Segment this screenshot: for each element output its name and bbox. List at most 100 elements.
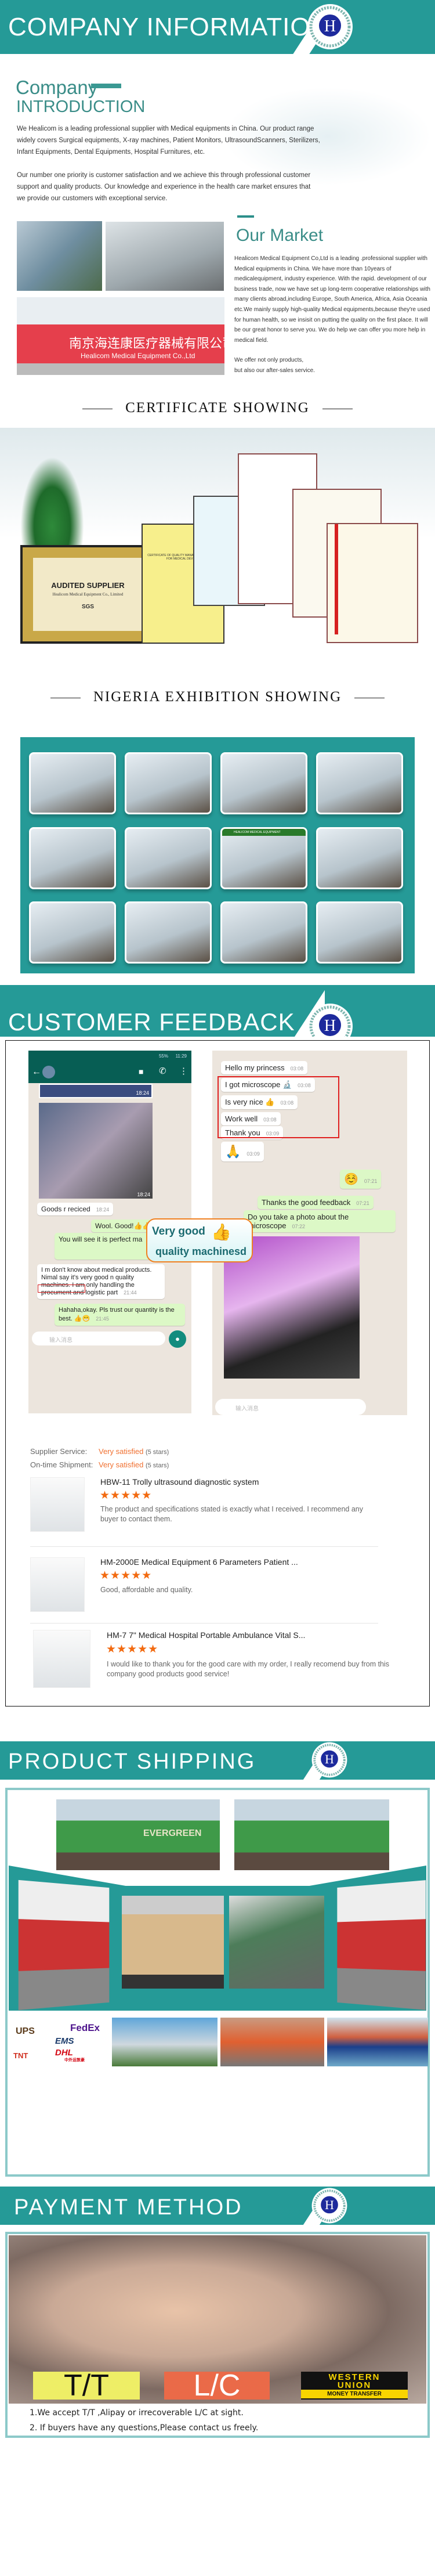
exhibition-photo <box>29 901 116 964</box>
highlight-box <box>38 1285 85 1293</box>
back-arrow-icon[interactable]: ← <box>32 1067 41 1077</box>
market-closing: We offer not only products, <box>234 357 304 363</box>
company-logo <box>306 1002 354 1037</box>
highlight-box <box>217 1076 339 1138</box>
chat-message: Hello my princess 03:08 <box>221 1061 308 1074</box>
office-photo <box>106 222 224 291</box>
loading-photo <box>122 1896 224 1989</box>
chat-message: ☺️ 07:21 <box>340 1170 382 1189</box>
booth-sign: HEALICOM MEDICAL EQUIPMENT <box>222 829 306 836</box>
customer-feedback-header: CUSTOMER FEEDBACK <box>0 985 435 1037</box>
star-rating: ★★★★★ <box>100 1489 153 1502</box>
status-time: 11:29 <box>175 1054 187 1059</box>
team-photo: 南京海连康医疗器械有限公司 Healicom Medical Equipment… <box>17 297 224 375</box>
air-freight-photo <box>112 2018 217 2066</box>
market-bar <box>237 215 254 218</box>
courier-logos: UPS FedEx EMS TNT DHL 中外运敦豪 <box>9 2018 110 2066</box>
banner-text: 南京海连康医疗器械有限公司 <box>69 336 224 351</box>
chat-message: Do you take a photo about the microscope… <box>244 1210 396 1232</box>
callout-text: Very good <box>152 1225 205 1238</box>
certificate-heading: CERTIFICATE SHOWING <box>0 400 435 416</box>
section-title: PRODUCT SHIPPING <box>8 1749 256 1774</box>
review-text: The product and specifications stated is… <box>100 1505 364 1523</box>
sgs-badge: SGS <box>81 604 95 610</box>
audited-supplier-plaque: AUDITED SUPPLIER Healicom Medical Equipm… <box>20 545 155 644</box>
product-shipping-header: PRODUCT SHIPPING <box>0 1741 435 1780</box>
chat-message: 🙏 03:09 <box>221 1142 264 1161</box>
avatar <box>42 1066 55 1078</box>
exhibition-photo <box>316 752 403 814</box>
thumbs-up-icon: 👍 <box>211 1223 231 1241</box>
chat-image: 18:24 <box>39 1103 153 1199</box>
heading-text: CERTIFICATE SHOWING <box>125 400 310 416</box>
building-photo <box>17 221 102 291</box>
payment-box: T/T L/C WESTERN UNION MONEY TRANSFER 1.W… <box>5 2232 430 2438</box>
heading-bar <box>91 84 121 88</box>
company-logo <box>306 3 354 50</box>
company-heading: Company <box>16 77 98 98</box>
plaque-title: AUDITED SUPPLIER <box>51 581 125 590</box>
exhibition-photo: HEALICOM MEDICAL EQUIPMENT <box>220 827 307 889</box>
introduction-heading: INTRODUCTION <box>16 98 146 116</box>
rating-stars: (5 stars) <box>145 1462 169 1469</box>
road-freight-photo <box>220 2018 324 2066</box>
chat-header: 11:29 55% ← ■ ✆ ⋮ <box>28 1051 191 1083</box>
section-title: CUSTOMER FEEDBACK <box>8 1008 295 1036</box>
review-text: Good, affordable and quality. <box>100 1586 193 1594</box>
exhibition-photo <box>316 827 403 889</box>
divider <box>30 1546 378 1547</box>
phone-icon[interactable]: ✆ <box>159 1066 166 1076</box>
chat-image: 18:24 <box>39 1084 153 1098</box>
exhibition-photo <box>29 752 116 814</box>
section-title: COMPANY INFORMATION <box>8 13 330 41</box>
microphone-icon[interactable]: ● <box>169 1330 186 1348</box>
exhibition-photo <box>125 752 212 814</box>
quality-callout: Very good 👍 quality machinesd <box>146 1218 253 1262</box>
payment-note: 1.We accept T/T ,Alipay or irrecoverable… <box>30 2408 244 2418</box>
chat-message: I m don't know about medical products. N… <box>37 1264 165 1299</box>
chat-message: Goods r reciced 18:24 <box>37 1203 114 1215</box>
chat-message: Hahaha,okay. Pls trust our quantity is t… <box>55 1304 185 1326</box>
loading-photo <box>18 1879 110 2011</box>
rating-value: Very satisfied <box>99 1447 144 1456</box>
company-logo <box>311 1741 348 1778</box>
plaque-company: Healicom Medical Equipment Co., Limited <box>52 592 124 597</box>
exhibition-heading: NIGERIA EXHIBITION SHOWING <box>0 689 435 705</box>
company-info-header: COMPANY INFORMATION <box>0 0 435 54</box>
exhibition-photo <box>220 901 307 964</box>
chat-message: Wool. Good!👍👍 <box>91 1220 155 1232</box>
heading-text: NIGERIA EXHIBITION SHOWING <box>93 689 342 705</box>
exhibition-photo-grid: HEALICOM MEDICAL EQUIPMENT <box>20 737 415 973</box>
vital-signs-monitor-image <box>33 1630 90 1688</box>
payment-terminal-photo: T/T L/C WESTERN UNION MONEY TRANSFER <box>9 2235 426 2404</box>
payment-note: 2. If buyers have any questions,Please c… <box>30 2423 259 2433</box>
chat-message: Thanks the good feedback 07:21 <box>258 1196 374 1209</box>
western-union-logo: WESTERN UNION MONEY TRANSFER <box>301 2372 408 2400</box>
container-truck-photo <box>234 1799 389 1870</box>
banner-text: Healicom Medical Equipment Co.,Ltd <box>81 352 195 360</box>
ratings-summary: Supplier Service: Very satisfied (5 stars… <box>30 1445 169 1472</box>
section-title: PAYMENT METHOD <box>14 2195 243 2220</box>
review-title: HM-7 7" Medical Hospital Portable Ambula… <box>107 1630 306 1640</box>
star-rating: ★★★★★ <box>100 1570 153 1582</box>
exhibition-photo <box>220 752 307 814</box>
shipping-box: EVERGREEN UPS FedEx EMS TNT DHL 中外运敦豪 <box>5 1788 430 2177</box>
review-title: HM-2000E Medical Equipment 6 Parameters … <box>100 1557 298 1567</box>
intro-paragraph: Our number one priority is customer sati… <box>17 172 311 202</box>
intro-paragraph: We Healicom is a leading professional su… <box>17 125 320 156</box>
loading-photo <box>337 1880 426 2010</box>
message-input[interactable]: 输入消息 <box>32 1332 165 1345</box>
market-closing: but also our after-sales service. <box>234 367 315 374</box>
container-truck-photo: EVERGREEN <box>56 1799 220 1870</box>
tt-badge: T/T <box>33 2369 140 2402</box>
market-title: Our Market <box>236 226 324 245</box>
review-text: I would like to thank you for the good c… <box>107 1660 390 1678</box>
video-call-icon[interactable]: ■ <box>139 1067 143 1076</box>
rating-value: Very satisfied <box>99 1460 144 1469</box>
lc-badge: L/C <box>164 2369 270 2402</box>
certificates-image: AUDITED SUPPLIER Healicom Medical Equipm… <box>0 428 435 673</box>
message-input[interactable]: 输入消息 <box>215 1399 366 1415</box>
company-logo <box>311 2187 348 2224</box>
more-options-icon[interactable]: ⋮ <box>179 1066 188 1076</box>
rating-stars: (5 stars) <box>145 1449 169 1456</box>
